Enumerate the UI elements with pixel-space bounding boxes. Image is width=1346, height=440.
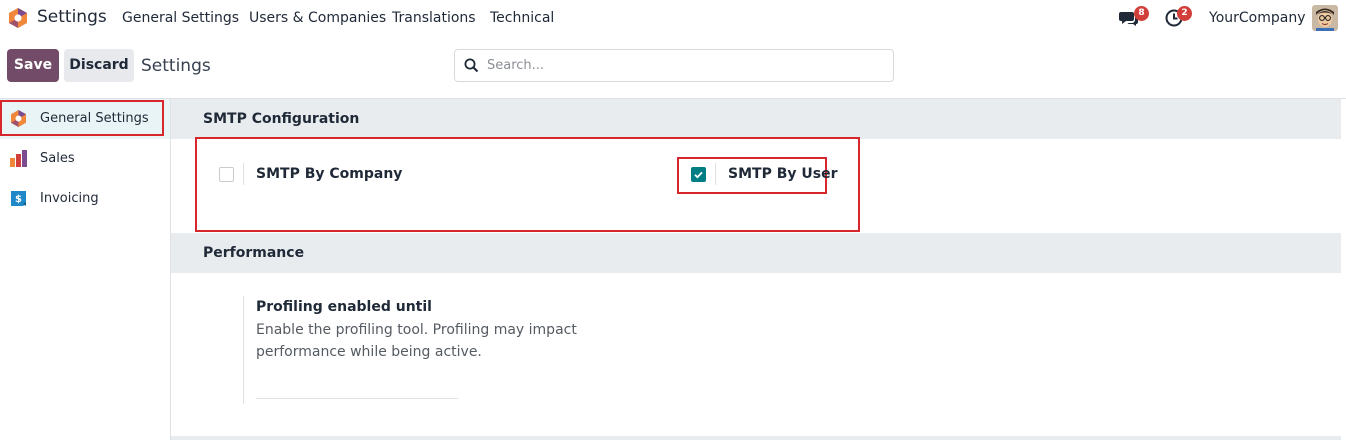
svg-text:$: $ (15, 194, 22, 205)
top-navbar: Settings General Settings Users & Compan… (0, 0, 1346, 36)
smtp-by-user-checkbox[interactable] (691, 167, 706, 182)
smtp-by-company-label: SMTP By Company (256, 166, 403, 182)
search-input[interactable] (487, 50, 877, 81)
menu-translations[interactable]: Translations (392, 10, 476, 26)
search-box[interactable] (454, 49, 894, 82)
smtp-by-company-checkbox[interactable] (219, 167, 234, 182)
scrollbar[interactable] (1341, 99, 1346, 440)
messages-badge: 8 (1134, 6, 1149, 21)
save-button[interactable]: Save (7, 49, 59, 82)
section-title: SMTP Configuration (203, 111, 360, 127)
sidebar-item-sales[interactable]: Sales (0, 139, 170, 179)
section-title: Performance (203, 245, 305, 261)
settings-sidebar: General Settings Sales $ Invoicing (0, 99, 171, 440)
sidebar-item-label: Invoicing (40, 191, 99, 206)
section-header-performance: Performance (171, 233, 1341, 273)
sales-icon (10, 150, 27, 167)
breadcrumb: Settings (141, 56, 211, 76)
sidebar-item-label: Sales (40, 151, 75, 166)
user-avatar[interactable] (1312, 5, 1338, 31)
sidebar-item-invoicing[interactable]: $ Invoicing (0, 179, 170, 219)
section-header-smtp: SMTP Configuration (171, 99, 1341, 139)
app-title[interactable]: Settings (37, 7, 107, 27)
setting-divider (243, 163, 244, 185)
setting-divider (715, 163, 716, 185)
search-icon (464, 58, 479, 73)
discard-button[interactable]: Discard (64, 49, 134, 82)
profiling-until-input[interactable] (256, 398, 458, 399)
highlight-general-settings (0, 100, 164, 136)
section-footer-line (171, 436, 1341, 440)
profiling-label: Profiling enabled until (256, 299, 432, 315)
setting-divider (243, 296, 244, 404)
settings-app-icon[interactable] (7, 7, 29, 29)
smtp-by-user-label: SMTP By User (728, 166, 838, 182)
menu-technical[interactable]: Technical (490, 10, 554, 26)
company-switcher[interactable]: YourCompany (1209, 10, 1306, 26)
activities-badge: 2 (1177, 6, 1192, 21)
profiling-help-text: Enable the profiling tool. Profiling may… (256, 322, 577, 360)
menu-general-settings[interactable]: General Settings (122, 10, 239, 26)
menu-users-companies[interactable]: Users & Companies (249, 10, 386, 26)
invoicing-icon: $ (11, 191, 26, 206)
check-icon (694, 171, 703, 179)
